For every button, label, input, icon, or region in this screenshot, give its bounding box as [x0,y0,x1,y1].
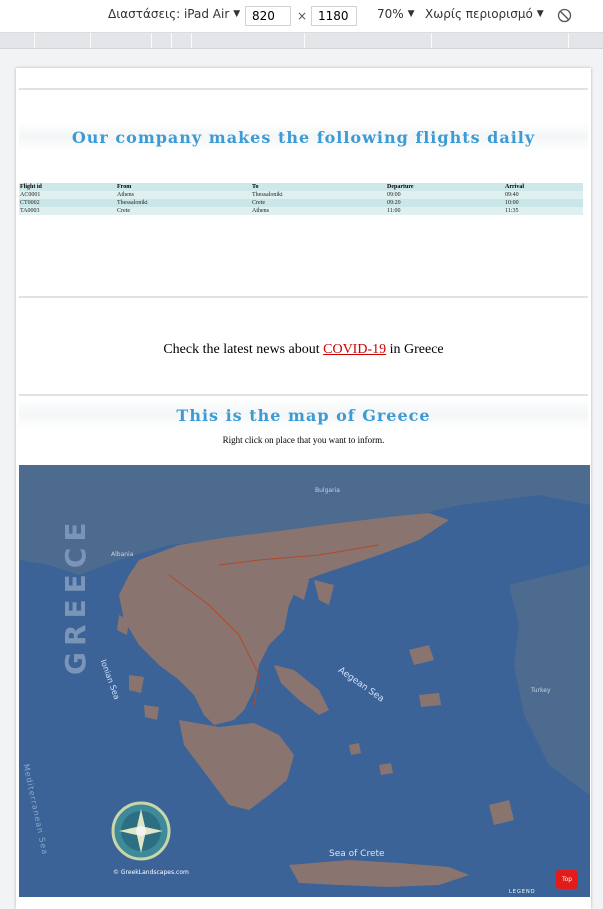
map-label-bulgaria: Bulgaria [315,487,340,494]
height-input[interactable] [311,6,357,26]
divider [19,394,588,396]
table-header: Flight id [19,183,116,191]
table-row: TA0003 Crete Athens 11:00 11:35 [19,207,583,215]
divider [19,88,588,90]
table-cell: 09:00 [386,191,504,199]
rotate-icon[interactable] [557,8,572,23]
table-cell: Thessaloniki [116,199,251,207]
table-cell: CT0002 [19,199,116,207]
top-button[interactable]: Top [556,870,578,889]
throttle-label: Χωρίς περιορισμό [425,7,533,21]
chevron-down-icon: ▼ [233,9,241,19]
map-label-albania: Albania [111,551,134,558]
table-cell: 11:35 [504,207,583,215]
map-label-crete-sea: Sea of Crete [329,849,385,859]
map-subtitle: Right click on place that you want to in… [222,435,385,445]
devtools-device-toolbar: Διαστάσεις: iPad Air ▼ × 70% ▼ Χωρίς περ… [0,0,603,33]
table-cell: Crete [251,199,386,207]
compass-icon [111,801,171,861]
media-query-ruler [0,33,603,49]
table-cell: Thessaloniki [251,191,386,199]
table-cell: 11:00 [386,207,504,215]
table-cell: 10:00 [504,199,583,207]
zoom-label: 70% [377,7,404,21]
throttle-select[interactable]: Χωρίς περιορισμό ▼ [425,7,544,21]
covid-link[interactable]: COVID-19 [323,342,386,357]
map-legend: LEGEND [509,889,536,895]
zoom-select[interactable]: 70% ▼ [377,7,415,21]
device-dimensions-label: Διαστάσεις: iPad Air [108,7,230,21]
table-cell: 09:40 [504,191,583,199]
map-title: This is the map of Greece [176,406,431,425]
device-dimensions-select[interactable]: Διαστάσεις: iPad Air ▼ [108,7,240,21]
table-header: Arrival [504,183,583,191]
table-row: CT0002 Thessaloniki Crete 09:20 10:00 [19,199,583,207]
flights-title: Our company makes the following flights … [71,128,536,147]
news-suffix: in Greece [386,342,444,357]
table-header: To [251,183,386,191]
table-header: Departure [386,183,504,191]
table-cell: 09:20 [386,199,504,207]
table-cell: Crete [116,207,251,215]
greece-map[interactable]: GREECE Ionian Sea Aegean Sea Sea of Cret… [19,465,590,897]
table-header: From [116,183,251,191]
map-label-turkey: Turkey [531,687,551,694]
covid-news-line: Check the latest news about COVID-19 in … [16,342,591,358]
table-cell: TA0003 [19,207,116,215]
news-prefix: Check the latest news about [163,342,324,357]
table-cell: Athens [251,207,386,215]
width-input[interactable] [245,6,291,26]
table-row: AC0001 Athens Thessaloniki 09:00 09:40 [19,191,583,199]
table-cell: Athens [116,191,251,199]
map-credit: © GreekLandscapes.com [113,869,189,876]
times-icon: × [297,9,308,23]
flights-table: Flight id From To Departure Arrival AC00… [19,183,583,215]
divider [19,296,588,298]
table-cell: AC0001 [19,191,116,199]
map-label-greece: GREECE [59,516,92,675]
device-viewport: Our company makes the following flights … [16,68,591,909]
chevron-down-icon: ▼ [536,9,544,19]
chevron-down-icon: ▼ [407,9,415,19]
